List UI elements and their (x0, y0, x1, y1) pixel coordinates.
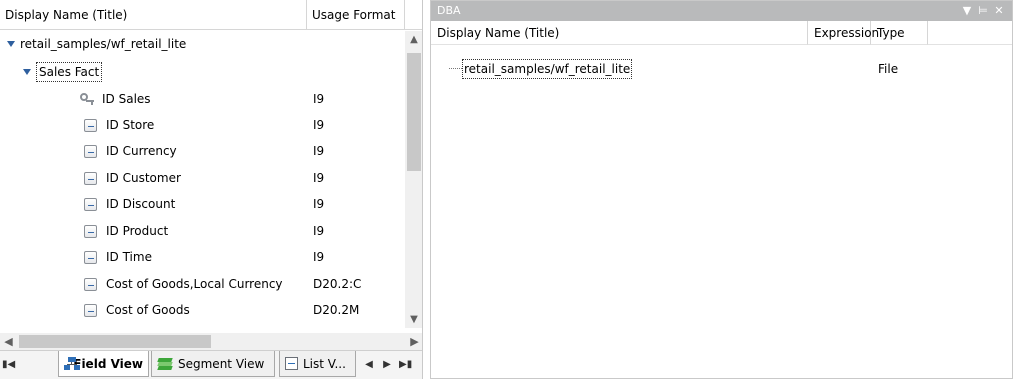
field-format: I9 (313, 171, 325, 185)
field-format: I9 (313, 144, 325, 158)
tab-next-icon[interactable]: ▶ (381, 351, 393, 379)
scroll-left-icon[interactable]: ◀ (0, 333, 17, 350)
field-name: ID Sales (102, 92, 151, 106)
field-tree-pane: Display Name (Title) Usage Format retail… (0, 0, 423, 379)
key-icon (80, 92, 95, 106)
tree-field-row[interactable]: Cost of Goods D20.2M (0, 297, 405, 323)
tab-label: List V... (303, 356, 346, 371)
tab-label: Field View (73, 356, 143, 371)
dba-column-header-type[interactable]: Type (871, 21, 928, 45)
field-name: Cost of Goods,Local Currency (106, 277, 283, 291)
dba-column-header-display-name[interactable]: Display Name (Title) (431, 21, 808, 45)
dropdown-arrow-icon[interactable]: ▼ (960, 1, 974, 21)
tree-field-row[interactable]: ID Product I9 (0, 218, 405, 244)
dba-row-name: retail_samples/wf_retail_lite (462, 59, 633, 79)
field-icon (84, 250, 97, 264)
tree-connector (449, 68, 462, 69)
field-view-icon (64, 356, 80, 371)
tree-field-row[interactable]: ID Store I9 (0, 112, 405, 138)
field-tree: retail_samples/wf_retail_lite Sales Fact… (0, 31, 405, 328)
tree-field-row[interactable]: ID Currency I9 (0, 138, 405, 164)
segment-view-icon (157, 357, 173, 371)
field-format: D20.2M (313, 303, 360, 317)
tab-last-icon[interactable]: ▶▮ (399, 351, 412, 379)
tree-folder-row[interactable]: Sales Fact (0, 59, 405, 85)
field-name: ID Currency (106, 144, 177, 158)
dba-row-type: File (878, 62, 899, 76)
tab-first-icon[interactable]: ▮◀ (2, 351, 15, 379)
field-format: I9 (313, 250, 325, 264)
vertical-scrollbar[interactable]: ▲ ▼ (405, 31, 422, 328)
dba-pane: DBA ▼ ⊨ ✕ Display Name (Title) Expressio… (430, 0, 1013, 379)
horizontal-scroll-thumb[interactable] (19, 335, 211, 348)
tree-field-row[interactable]: ID Discount I9 (0, 191, 405, 217)
expand-arrow-icon[interactable] (23, 69, 31, 75)
dba-table-row[interactable]: retail_samples/wf_retail_lite File (431, 58, 1012, 80)
tree-folder-label: Sales Fact (36, 62, 103, 82)
expand-arrow-icon[interactable] (7, 41, 15, 47)
field-name: ID Discount (106, 197, 176, 211)
tree-field-row[interactable]: ID Sales I9 (0, 86, 405, 112)
field-name: ID Store (106, 118, 155, 132)
field-icon (84, 197, 97, 211)
field-format: D20.2:C (313, 277, 362, 291)
pin-icon[interactable]: ⊨ (976, 1, 990, 21)
scroll-down-icon[interactable]: ▼ (405, 311, 422, 328)
field-name: ID Product (106, 224, 169, 238)
tree-field-row[interactable]: ID Customer I9 (0, 165, 405, 191)
close-icon[interactable]: ✕ (992, 1, 1006, 21)
column-header-display-name[interactable]: Display Name (Title) (0, 0, 307, 30)
scroll-up-icon[interactable]: ▲ (405, 31, 422, 48)
scroll-right-icon[interactable]: ▶ (406, 333, 422, 350)
dba-title: DBA (437, 4, 461, 17)
field-format: I9 (313, 224, 325, 238)
dba-column-header-expression[interactable]: Expression (808, 21, 879, 45)
field-name: ID Time (106, 250, 152, 264)
horizontal-scrollbar[interactable]: ◀ ▶ (0, 333, 422, 350)
tree-root-label: retail_samples/wf_retail_lite (20, 37, 187, 51)
tab-prev-icon[interactable]: ◀ (363, 351, 375, 379)
tree-field-row[interactable]: Cost of Goods,Local Currency D20.2:C (0, 271, 405, 297)
tab-segment-view[interactable]: Segment View (151, 351, 275, 377)
field-icon (84, 277, 97, 291)
view-tab-bar: ▮◀ Field View Segment View List V... ◀ ▶… (0, 350, 422, 379)
dba-titlebar[interactable]: DBA ▼ ⊨ ✕ (431, 1, 1012, 21)
dba-column-header-filler (928, 21, 1012, 45)
vertical-scroll-thumb[interactable] (407, 53, 421, 171)
field-icon (84, 144, 97, 158)
field-name: ID Customer (106, 171, 181, 185)
field-icon (84, 118, 97, 132)
field-icon (84, 303, 97, 317)
field-name: Cost of Goods (106, 303, 190, 317)
field-format: I9 (313, 197, 325, 211)
field-format: I9 (313, 92, 325, 106)
field-icon (84, 224, 97, 238)
tab-list-view[interactable]: List V... (279, 351, 356, 377)
list-view-icon (285, 357, 298, 370)
column-header-extra[interactable] (405, 0, 422, 30)
tree-field-row[interactable]: ID Time I9 (0, 244, 405, 270)
tab-label: Segment View (178, 356, 265, 371)
tree-root-row[interactable]: retail_samples/wf_retail_lite (0, 31, 405, 57)
field-icon (84, 171, 97, 185)
field-format: I9 (313, 118, 325, 132)
column-header-usage-format[interactable]: Usage Format (307, 0, 405, 30)
tab-field-view[interactable]: Field View (58, 351, 149, 377)
